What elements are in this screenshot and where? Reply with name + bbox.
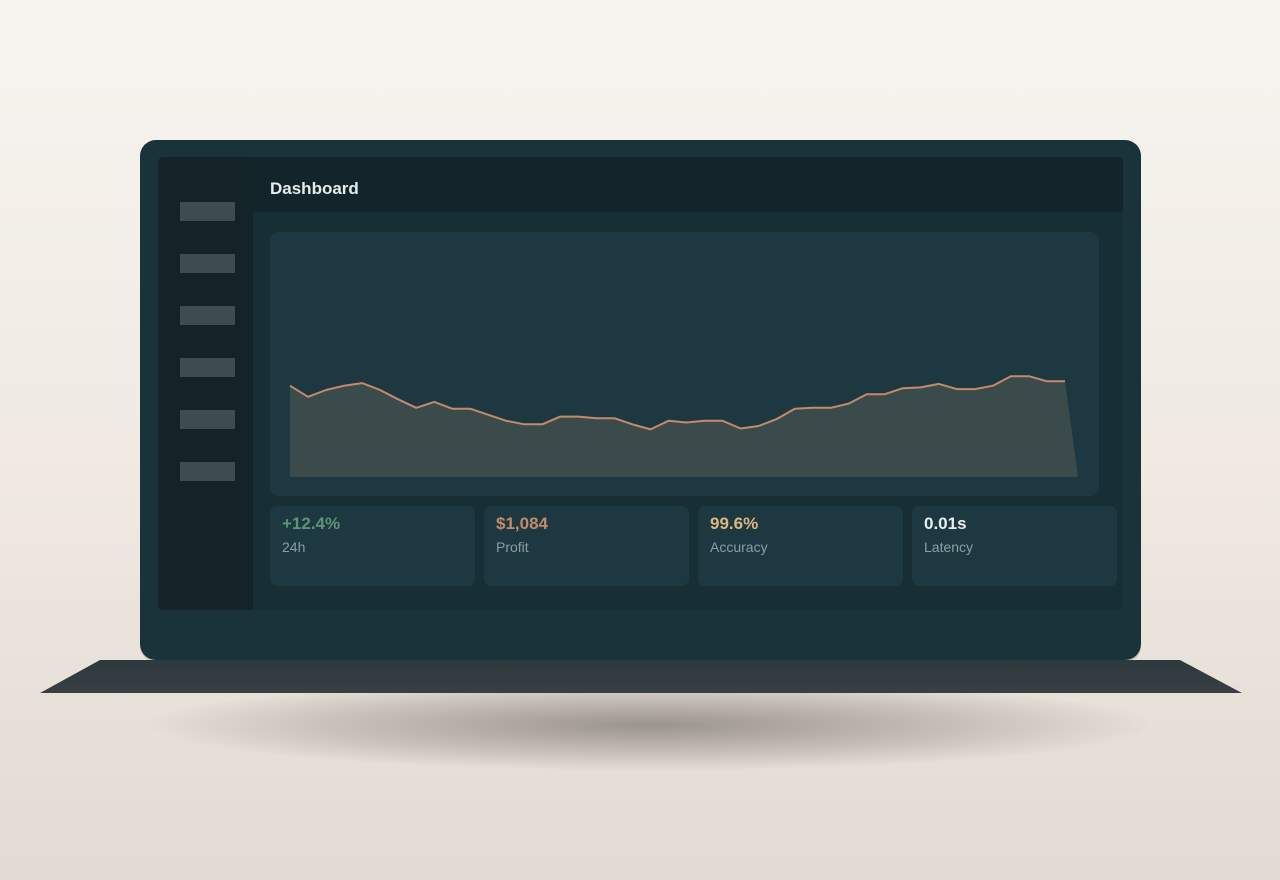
stat-value: 0.01s — [924, 514, 967, 533]
sidebar-item[interactable] — [180, 254, 235, 273]
page-title: Dashboard — [270, 179, 359, 198]
line-chart — [289, 375, 1078, 477]
stat-card-accuracy: 99.6% Accuracy — [698, 506, 903, 586]
stat-label: Latency — [924, 539, 974, 555]
top-bar: Dashboard — [253, 157, 1123, 212]
stat-value: $1,084 — [496, 514, 548, 533]
sidebar-item[interactable] — [180, 202, 235, 221]
sidebar-item[interactable] — [180, 306, 235, 325]
stat-card-latency: 0.01s Latency — [912, 506, 1117, 586]
sidebar — [158, 157, 253, 610]
main-content: +12.4% 24h $1,084 Profit 99.6% Accuracy … — [253, 212, 1123, 610]
chart-panel — [270, 232, 1099, 496]
sidebar-item[interactable] — [180, 410, 235, 429]
stat-value: +12.4% — [282, 514, 341, 533]
sidebar-item[interactable] — [180, 358, 235, 377]
laptop-screen: Dashboard +12.4% 24h $1,084 Profit 99.6%… — [158, 157, 1123, 610]
sidebar-item[interactable] — [180, 462, 235, 481]
stat-card-24h: +12.4% 24h — [270, 506, 475, 586]
stat-label: Profit — [496, 539, 529, 555]
stat-card-profit: $1,084 Profit — [484, 506, 689, 586]
chart-area — [290, 376, 1078, 477]
stat-label: 24h — [282, 539, 306, 555]
stat-label: Accuracy — [710, 539, 768, 555]
stat-value: 99.6% — [710, 514, 759, 533]
